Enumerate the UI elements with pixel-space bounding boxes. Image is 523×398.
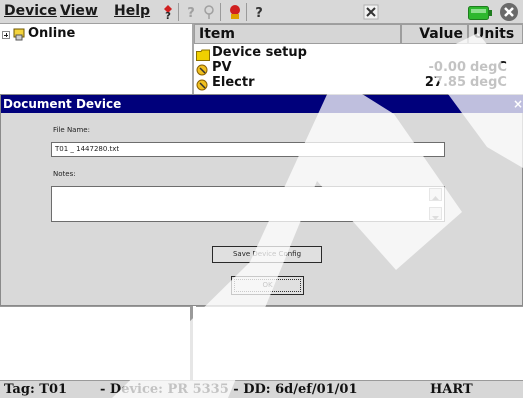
column-header-item[interactable]: Item [194, 24, 401, 44]
expand-plus-icon[interactable] [2, 31, 10, 39]
table-cell-value: -0.00 [428, 60, 466, 75]
window-close-icon[interactable] [498, 2, 520, 22]
online-device-icon [13, 27, 26, 42]
ok-button[interactable]: OK [231, 276, 304, 295]
menu-help[interactable]: Help [114, 3, 150, 19]
dialog-title: Document Device [3, 97, 122, 111]
notes-label: Notes: [53, 170, 76, 178]
badge-icon[interactable] [226, 3, 244, 21]
table-cell-units: degC [470, 75, 507, 90]
folder-icon [196, 46, 210, 61]
disabled-help-icon[interactable]: ? [182, 3, 200, 21]
close-x-icon[interactable] [362, 3, 380, 21]
scroll-down-icon[interactable] [429, 207, 442, 220]
column-header-value[interactable]: Value [401, 24, 468, 44]
menu-bar: Device View Help ? ? ? [0, 0, 523, 24]
menu-device[interactable]: Device [4, 3, 57, 19]
toolbar-separator [178, 3, 179, 21]
toolbar-separator [220, 3, 221, 21]
scroll-up-icon[interactable] [429, 188, 442, 201]
question-icon[interactable]: ? [250, 3, 268, 21]
file-name-field[interactable]: T01 _ 1447280.txt [51, 142, 445, 157]
dialog-close-icon[interactable]: × [513, 95, 523, 113]
bottom-left-pane [0, 306, 193, 380]
parameter-table: Item Value Units Device setup PV -0.00 d… [194, 24, 523, 94]
svg-text:?: ? [187, 6, 195, 20]
status-device: - Device: PR 5335 - DD: 6d/ef/01/01 [100, 382, 358, 397]
table-row[interactable]: Device setup [212, 45, 307, 60]
file-name-value: T01 _ 1447280.txt [55, 145, 120, 153]
toolbar-separator [246, 3, 247, 21]
battery-icon [468, 5, 492, 20]
column-header-units[interactable]: Units [468, 24, 523, 44]
variable-icon [196, 61, 210, 76]
save-device-config-button[interactable]: Save Device Config [212, 246, 322, 263]
notes-textarea[interactable] [51, 186, 445, 222]
status-bar: Tag: T01 - Device: PR 5335 - DD: 6d/ef/0… [0, 380, 523, 398]
ok-button-focus-ring [234, 279, 301, 292]
help-question-icon[interactable]: ? [159, 3, 177, 21]
variable-icon [196, 76, 210, 91]
menu-view[interactable]: View [60, 3, 98, 19]
disabled-pin-icon[interactable] [200, 3, 218, 21]
file-name-label: File Name: [53, 126, 90, 134]
status-protocol: HART [430, 382, 473, 397]
table-cell-units: degC [470, 60, 507, 75]
table-cell-value: 27.85 [424, 75, 466, 90]
svg-text:?: ? [165, 11, 171, 20]
table-row[interactable]: Electr [212, 75, 255, 90]
dialog-title-bar[interactable]: Document Device [1, 95, 523, 113]
document-device-dialog: Document Device × File Name: T01 _ 14472… [0, 94, 523, 306]
table-row[interactable]: PV [212, 60, 232, 75]
tree-item-online[interactable]: Online [28, 26, 75, 41]
device-tree: Online [0, 24, 194, 94]
svg-text:?: ? [255, 6, 263, 20]
bottom-right-pane [196, 306, 523, 380]
status-tag: Tag: T01 [4, 382, 68, 397]
